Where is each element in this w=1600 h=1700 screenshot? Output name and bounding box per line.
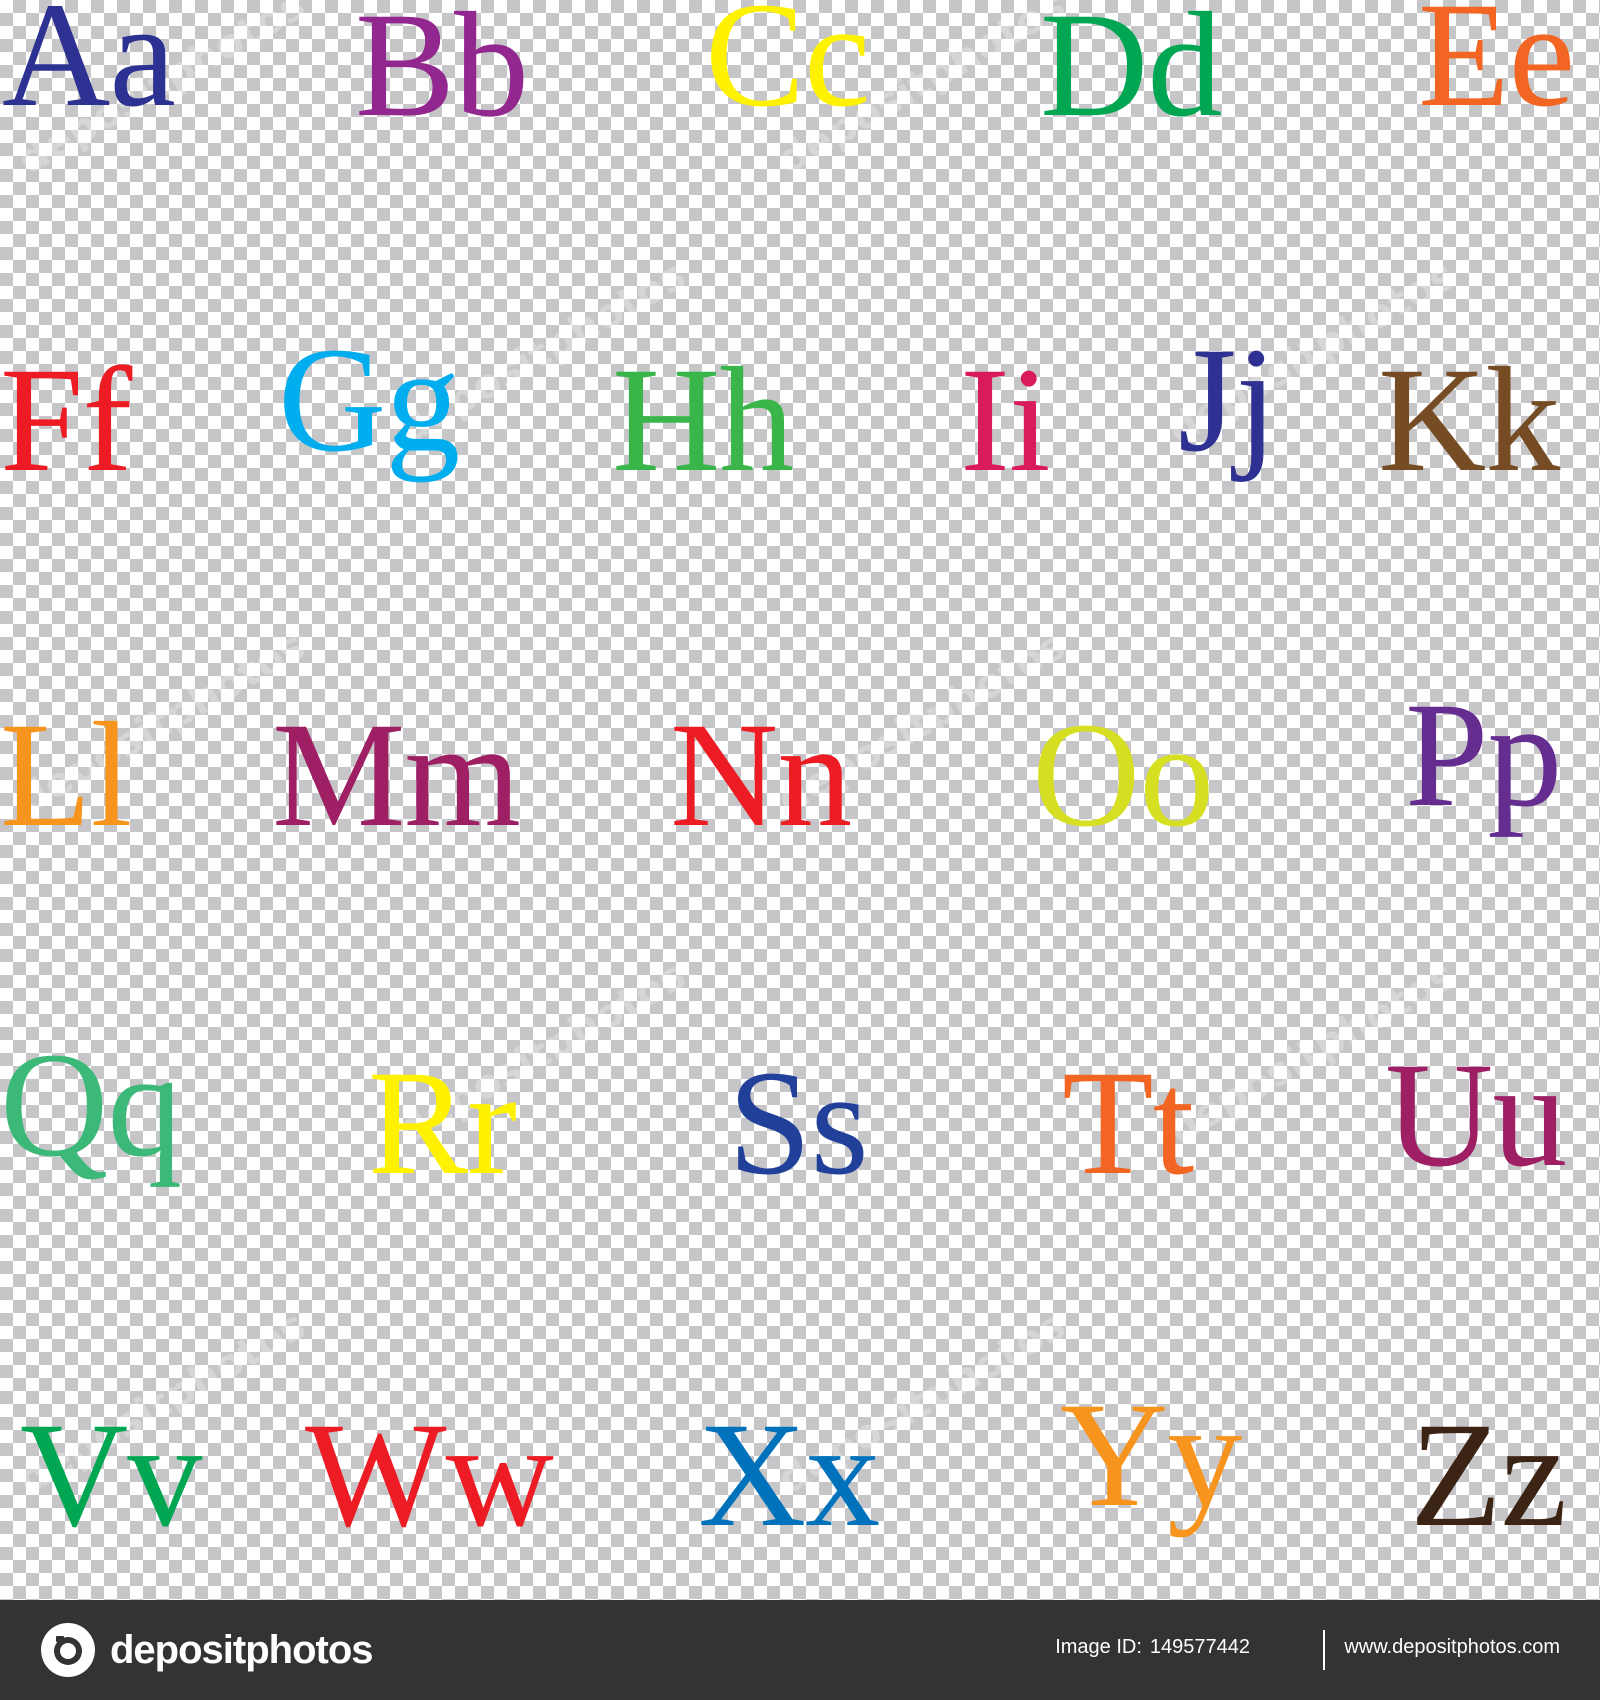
image-id-label: Image ID: [1055, 1636, 1142, 1658]
letter-pair-ss: Ss [728, 1040, 869, 1206]
brand-name: depositphotos [110, 1627, 374, 1672]
letter-pair-tt: Tt [1062, 1040, 1194, 1206]
footer-bar: depositphotos Image ID: 149577442 www.de… [0, 1600, 1600, 1700]
letter-pair-nn: Nn [670, 692, 852, 858]
letter-pair-vv: Vv [20, 1392, 202, 1558]
letter-pair-uu: Uu [1385, 1032, 1567, 1198]
letter-pair-kk: Kk [1378, 337, 1560, 503]
image-id-value: 149577442 [1149, 1636, 1250, 1658]
letter-pair-dd: Dd [1040, 0, 1222, 148]
letter-pair-oo: Oo [1032, 692, 1214, 858]
letter-pair-pp: Pp [1405, 672, 1562, 838]
letter-pair-ff: Ff [0, 337, 132, 503]
letter-pair-rr: Rr [368, 1040, 517, 1206]
letter-pair-aa: Aa [2, 0, 176, 138]
letter-pair-ww: Ww [305, 1392, 554, 1558]
letter-pair-qq: Qq [0, 1022, 182, 1188]
letter-pair-mm: Mm [272, 692, 521, 858]
letter-pair-ii: Ii [960, 337, 1051, 503]
letter-pair-bb: Bb [355, 0, 529, 148]
image-id-block: Image ID: 149577442 [1055, 1636, 1250, 1659]
letter-pair-zz: Zz [1410, 1392, 1567, 1558]
letter-pair-cc: Cc [705, 0, 871, 138]
camera-logo-icon [41, 1623, 95, 1677]
site-link[interactable]: www.depositphotos.com [1344, 1636, 1560, 1659]
letter-pair-xx: Xx [698, 1392, 880, 1558]
letter-pair-ll: Ll [0, 692, 132, 858]
letter-pair-jj: Jj [1178, 317, 1277, 483]
brand-logo[interactable]: depositphotos [40, 1620, 374, 1680]
letter-pair-hh: Hh [612, 337, 794, 503]
letter-pair-gg: Gg [278, 317, 460, 483]
letter-pair-yy: Yy [1060, 1372, 1242, 1538]
letter-pair-ee: Ee [1418, 0, 1575, 138]
alphabet-board: depositphotos depositphotos depositphoto… [0, 0, 1600, 1600]
footer-divider [1323, 1630, 1325, 1670]
